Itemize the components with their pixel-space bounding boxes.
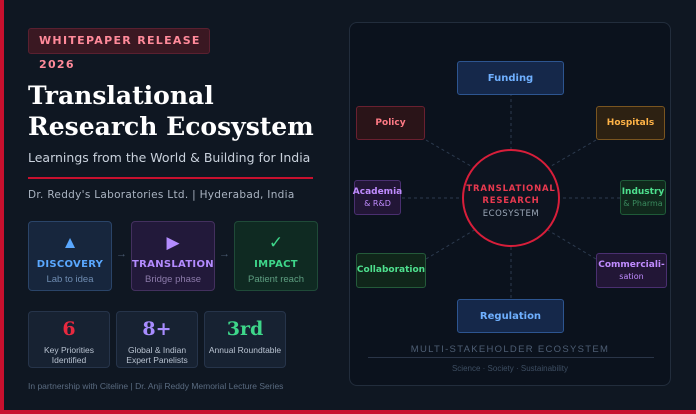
phase-impact: ✓ IMPACT Patient reach	[234, 221, 318, 291]
phase-desc: Lab to idea	[46, 274, 94, 285]
node-label: Regulation	[479, 310, 542, 322]
node-funding: Funding	[457, 61, 564, 95]
release-badge: WHITEPAPER RELEASE 2026	[28, 28, 210, 71]
center-title: TRANSLATIONAL RESEARCH	[464, 183, 558, 207]
phase-desc: Patient reach	[248, 274, 304, 285]
ecosystem-caption: MULTI-STAKEHOLDER ECOSYSTEM	[410, 344, 610, 355]
stat-label: Global & Indian Expert Panelists	[126, 345, 188, 365]
node-industry: Industry & Pharma	[620, 180, 666, 215]
stat-priorities: 6 Key Priorities Identified	[28, 311, 110, 368]
center-subtitle: ECOSYSTEM	[482, 209, 540, 219]
node-label: Industry	[621, 186, 665, 197]
phase-name: DISCOVERY	[36, 259, 104, 270]
stat-value: 3rd	[226, 318, 264, 340]
check-icon: ✓	[268, 233, 284, 252]
triangle-up-icon: ▲	[61, 233, 79, 252]
center-title-line1: TRANSLATIONAL	[466, 184, 556, 194]
node-label: Funding	[487, 72, 534, 84]
phase-desc: Bridge phase	[145, 274, 201, 285]
center-title-line2: RESEARCH	[482, 196, 540, 206]
node-label: Academia	[352, 186, 403, 197]
page-title: Translational Research Ecosystem	[28, 81, 314, 141]
node-sublabel: sation	[619, 271, 644, 281]
page-subtitle: Learnings from the World & Building for …	[28, 150, 311, 165]
node-label: Policy	[375, 117, 406, 128]
node-academia: Academia & R&D	[352, 180, 403, 215]
title-divider	[28, 177, 313, 179]
stat-value: 6	[62, 318, 76, 340]
node-regulation: Regulation	[457, 299, 564, 333]
author-line: Dr. Reddy's Laboratories Ltd. | Hyderaba…	[28, 189, 295, 201]
stat-value: 8+	[142, 318, 172, 340]
arrow-right-icon: →	[219, 248, 230, 260]
stat-panelists: 8+ Global & Indian Expert Panelists	[116, 311, 198, 368]
center-hub: TRANSLATIONAL RESEARCH ECOSYSTEM	[462, 149, 560, 247]
node-collaboration: Collaboration	[356, 253, 426, 288]
node-policy: Policy	[356, 106, 425, 140]
play-icon: ▶	[166, 233, 180, 252]
arrow-right-icon: →	[116, 248, 127, 260]
node-sublabel: & Pharma	[623, 198, 663, 208]
node-commercialisation: Commerciali- sation	[596, 253, 667, 288]
phase-name: IMPACT	[254, 259, 298, 270]
stat-label: Key Priorities Identified	[43, 345, 95, 365]
ecosystem-diagram: Funding Policy Hospitals Academia & R&D …	[349, 22, 671, 386]
bottom-accent-line	[0, 410, 696, 414]
stat-label: Annual Roundtable	[208, 345, 282, 355]
phase-discovery: ▲ DISCOVERY Lab to idea	[28, 221, 112, 291]
stat-roundtable: 3rd Annual Roundtable	[204, 311, 286, 368]
node-label: Collaboration	[356, 265, 426, 275]
caption-divider	[368, 357, 654, 358]
partnership-footer: In partnership with Citeline | Dr. Anji …	[28, 381, 284, 391]
ecosystem-tagline: Science · Society · Sustainability	[451, 364, 569, 373]
node-sublabel: & R&D	[364, 198, 391, 208]
slide: WHITEPAPER RELEASE 2026 Translational Re…	[0, 0, 696, 414]
phase-translation: ▶ TRANSLATION Bridge phase	[131, 221, 215, 291]
accent-bar	[0, 0, 4, 414]
node-label: Hospitals	[606, 117, 655, 128]
phase-name: TRANSLATION	[132, 259, 214, 270]
node-label: Commerciali-	[598, 259, 665, 270]
node-hospitals: Hospitals	[596, 106, 665, 140]
